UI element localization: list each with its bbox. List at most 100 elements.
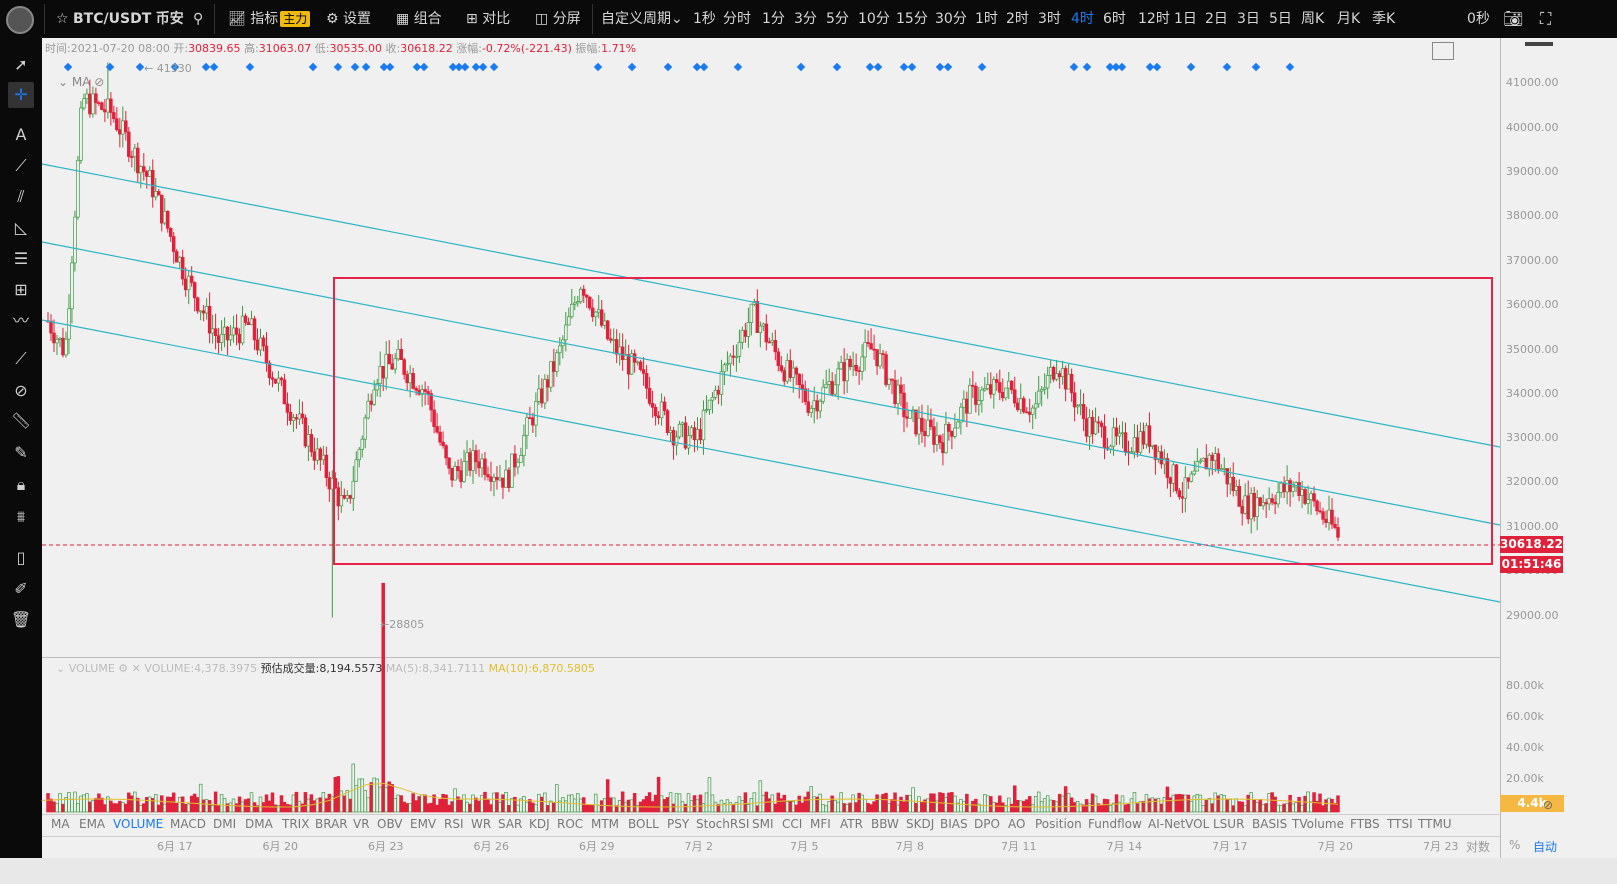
eye-off-icon[interactable]: ⊘ [94,75,104,89]
indicator-tab[interactable]: BASIS [1252,817,1287,831]
indicator-tab[interactable]: MA [51,817,70,831]
candle-body [354,459,359,482]
change-label: 涨幅: [456,42,482,55]
indicator-tab[interactable]: StochRSI [696,817,749,831]
volume-bar [153,794,158,813]
indicator-tab[interactable]: TVolume [1292,817,1344,831]
candle-body [1309,493,1313,500]
indicator-tab[interactable]: MACD [170,817,206,831]
candle-body [1300,489,1304,496]
candle-body [1051,366,1056,380]
candle-body [845,358,849,382]
volume-bar [219,794,224,813]
chevron-down-icon[interactable]: ⌄ [56,662,65,675]
close-icon[interactable]: ✕ [132,662,141,675]
indicator-tab[interactable]: OBV [377,817,403,831]
ma-legend[interactable]: ⌄ MA ⊘ [58,75,104,89]
indicator-tab[interactable]: WR [471,817,491,831]
indicator-tab[interactable]: ROC [557,817,583,831]
volume-bar [797,795,802,813]
volume-bar [273,804,278,813]
candle-body [1324,518,1328,523]
auto-scale-toggle[interactable]: 自动 [1533,838,1557,855]
indicator-tab[interactable]: EMA [79,817,105,831]
candle-body [1216,453,1221,470]
channel-line[interactable] [41,163,1501,448]
percent-scale-toggle[interactable]: % [1509,838,1520,852]
candle-body [357,449,362,461]
log-scale-toggle[interactable]: 对数 [1466,838,1490,855]
indicator-tab[interactable]: SMI [752,817,774,831]
calendar-icon[interactable] [1432,42,1454,60]
candle-body [85,93,89,100]
indicator-tab[interactable]: DMI [213,817,236,831]
volume-bar [360,778,365,813]
candle-body [94,93,98,104]
indicator-tab[interactable]: KDJ [529,817,550,831]
price-tick: 34000.00 [1506,387,1559,400]
candle-body [414,388,418,391]
indicator-tab[interactable]: SAR [498,817,522,831]
candle-body [710,397,715,401]
indicator-tab[interactable]: ATR [840,817,863,831]
indicator-tab[interactable]: TRIX [282,817,309,831]
volume-bar [593,793,598,813]
indicator-tab[interactable]: VOLUME [113,817,163,831]
date-tick: 6月 20 [262,840,299,853]
settings-gear-icon[interactable]: ⚙ [118,662,128,675]
toggle-bar-icon[interactable] [1525,42,1553,46]
indicator-tab[interactable]: EMV [410,817,436,831]
indicator-tab[interactable]: RSI [444,817,464,831]
candle-body [1015,402,1020,410]
indicator-tab[interactable]: PSY [667,817,689,831]
indicator-tab[interactable]: SKDJ [906,817,934,831]
candle-body [82,98,86,109]
price-tick: 41000.00 [1506,76,1559,89]
indicator-tab[interactable]: AI-NetVOL [1148,817,1209,831]
candle-body [1013,389,1017,404]
indicator-tab[interactable]: BIAS [940,817,968,831]
volume-bar [294,791,299,813]
volume-bar [411,793,415,813]
candle-body [1198,460,1203,463]
price-tick: 29000.00 [1506,609,1559,622]
high-label: 高: [244,42,259,55]
collapse-icon[interactable]: ⊘ [1543,798,1553,812]
indicator-tab[interactable]: BRAR [315,817,348,831]
volume-bar [1276,804,1280,813]
volume-bar [70,799,74,813]
signal-diamond [1117,62,1127,72]
volume-bar [139,805,143,813]
candle-body [1288,480,1292,492]
indicator-tab[interactable]: TTSI [1387,817,1413,831]
indicator-tab[interactable]: BBW [871,817,899,831]
indicator-tab[interactable]: MFI [810,817,831,831]
volume-bar [115,803,119,813]
candle-body [1039,389,1044,392]
date-tick: 6月 17 [157,840,193,853]
indicator-tab[interactable]: VR [353,817,370,831]
indicator-tab[interactable]: BOLL [628,817,659,831]
candle-body [456,466,460,472]
volume-bar [1300,804,1304,813]
volume-ma5: MA(5):8,341.7111 [385,662,486,675]
signal-diamond [943,62,953,72]
channel-line[interactable] [41,241,1501,526]
indicator-tab[interactable]: AO [1008,817,1025,831]
candle-body [285,403,290,413]
indicator-tab[interactable]: DMA [245,817,273,831]
indicator-tab[interactable]: MTM [591,817,619,831]
volume-bar [94,798,98,813]
indicator-tab[interactable]: Fundflow [1088,817,1142,831]
candle-body [288,411,293,421]
indicator-tab[interactable]: DPO [974,817,1000,831]
chevron-down-icon[interactable]: ⌄ [58,75,68,89]
indicator-tab[interactable]: Position [1035,817,1082,831]
volume-bar [1228,799,1233,813]
indicator-tab[interactable]: TTMU [1418,817,1452,831]
volume-bar [522,796,526,813]
indicator-tab[interactable]: CCI [782,817,802,831]
indicator-tab[interactable]: FTBS [1350,817,1380,831]
channel-line[interactable] [41,319,1501,603]
indicator-tab[interactable]: LSUR [1213,817,1244,831]
